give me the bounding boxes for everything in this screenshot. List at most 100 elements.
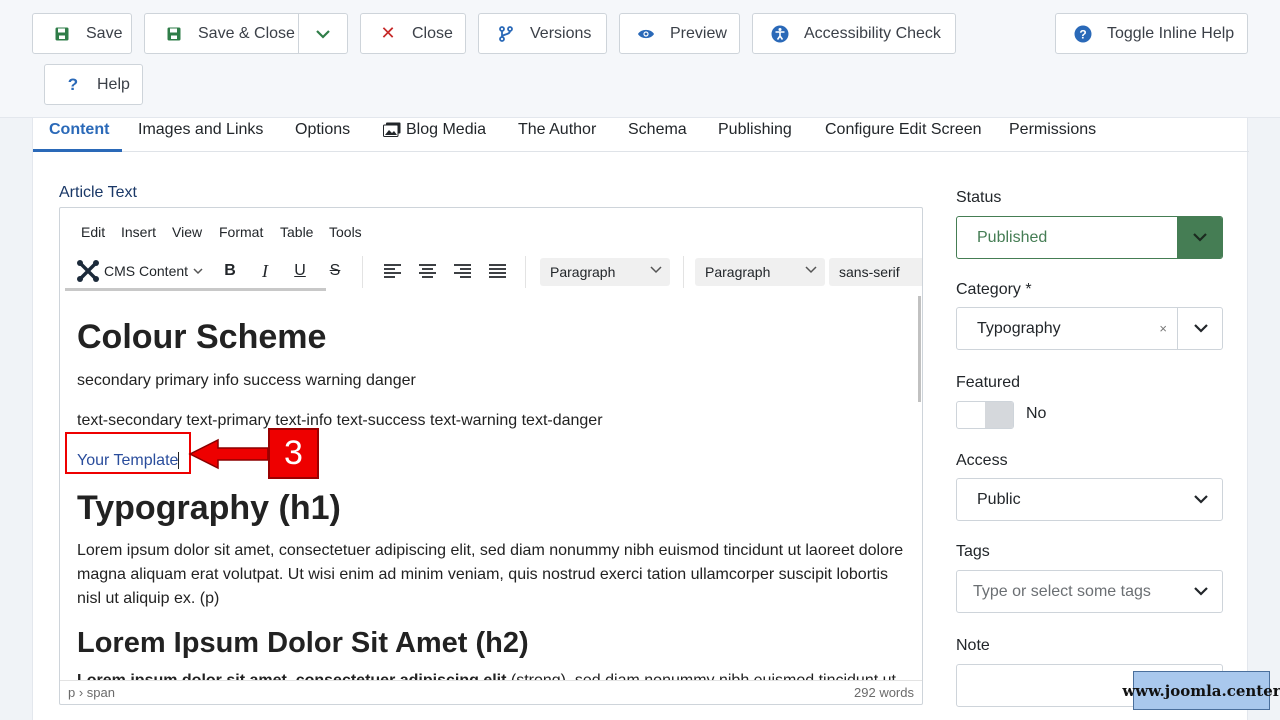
question-icon: ?: [67, 74, 79, 94]
status-value: Published: [977, 228, 1048, 246]
tab-label: Content: [49, 121, 110, 138]
tab-label: Blog Media: [406, 121, 487, 138]
tab-configure-edit-screen[interactable]: Configure Edit Screen: [825, 118, 982, 151]
align-right-button[interactable]: [450, 258, 474, 284]
divider: [1177, 308, 1178, 349]
font-family-value: sans-serif: [839, 264, 900, 280]
save-icon: [52, 27, 72, 41]
tab-label: Publishing: [718, 121, 792, 138]
category-select[interactable]: Typography ×: [956, 307, 1223, 350]
chevron-down-icon: [193, 267, 203, 274]
versions-label: Versions: [530, 24, 592, 42]
strikethrough-button[interactable]: S: [323, 258, 347, 284]
toolbar-scroll-indicator: [65, 288, 326, 291]
tab-the-author[interactable]: The Author: [518, 118, 596, 151]
bold-icon: B: [224, 262, 236, 279]
menu-format[interactable]: Format: [219, 224, 263, 240]
tab-schema[interactable]: Schema: [628, 118, 687, 151]
tab-blog-media[interactable]: Blog Media: [383, 118, 486, 151]
colour-classes-line: secondary primary info success warning d…: [77, 372, 416, 389]
underline-icon: U: [294, 262, 306, 279]
toolbar: Save Save & Close ✕ Close Versions Previ…: [0, 0, 1280, 118]
access-value: Public: [977, 490, 1021, 508]
element-path[interactable]: p › span: [68, 685, 115, 700]
align-left-button[interactable]: [380, 258, 404, 284]
editor-scrollbar[interactable]: [918, 296, 921, 402]
tags-input[interactable]: Type or select some tags: [956, 570, 1223, 613]
menu-table[interactable]: Table: [280, 224, 313, 240]
chevron-down-icon: [1194, 495, 1208, 504]
editor-content-area[interactable]: Colour Scheme secondary primary info suc…: [60, 296, 922, 680]
note-label: Note: [956, 637, 990, 654]
tab-publishing[interactable]: Publishing: [718, 118, 792, 151]
heading-typography: Typography (h1): [77, 489, 341, 527]
italic-button[interactable]: I: [253, 258, 277, 284]
heading-colour-scheme: Colour Scheme: [77, 318, 327, 356]
justify-icon: [488, 264, 506, 278]
preview-button[interactable]: Preview: [619, 13, 740, 54]
word-count: 292 words: [854, 685, 914, 700]
font-family-select[interactable]: sans-serif: [829, 258, 922, 286]
access-select[interactable]: Public: [956, 478, 1223, 521]
featured-toggle[interactable]: [956, 401, 1014, 429]
align-center-icon: [418, 264, 436, 278]
tab-label: Options: [295, 121, 351, 138]
tab-images-links[interactable]: Images and Links: [138, 118, 263, 151]
menu-view[interactable]: View: [172, 224, 202, 240]
menu-insert[interactable]: Insert: [121, 224, 156, 240]
strong-paragraph: Lorem ipsum dolor sit amet, consectetuer…: [77, 669, 907, 680]
chevron-down-icon: [1194, 587, 1208, 596]
toggle-knob: [985, 402, 1013, 428]
align-center-button[interactable]: [415, 258, 439, 284]
help-button[interactable]: ? Help: [44, 64, 143, 105]
block-format-value: Paragraph: [550, 264, 616, 280]
tab-options[interactable]: Options: [295, 118, 350, 151]
tab-permissions[interactable]: Permissions: [1009, 118, 1096, 151]
preview-label: Preview: [670, 24, 727, 42]
save-close-label: Save & Close: [198, 24, 295, 42]
cms-content-dropdown[interactable]: CMS Content: [76, 258, 206, 284]
cms-content-label: CMS Content: [104, 263, 189, 279]
versions-button[interactable]: Versions: [478, 13, 607, 54]
justify-button[interactable]: [485, 258, 509, 284]
paragraph-style-select[interactable]: Paragraph: [695, 258, 825, 286]
chevron-down-icon: [1192, 233, 1207, 242]
chevron-down-icon: [650, 266, 662, 274]
category-label: Category *: [956, 281, 1032, 298]
block-format-select[interactable]: Paragraph: [540, 258, 670, 286]
tab-label: The Author: [518, 121, 597, 138]
save-options-dropdown[interactable]: [299, 14, 347, 53]
editor-menubar: Edit Insert View Format Table Tools: [60, 208, 922, 248]
underline-button[interactable]: U: [288, 258, 312, 284]
callout-number: 3: [268, 428, 319, 479]
menu-tools[interactable]: Tools: [329, 224, 362, 240]
save-label: Save: [86, 24, 123, 42]
accessibility-check-button[interactable]: Accessibility Check: [752, 13, 956, 54]
align-left-icon: [383, 264, 401, 278]
tab-bar: Content Images and Links Options Blog Me…: [33, 118, 1249, 152]
image-icon: [383, 121, 401, 144]
bold-button[interactable]: B: [218, 258, 242, 284]
heading-lorem-ipsum: Lorem Ipsum Dolor Sit Amet (h2): [77, 627, 529, 659]
align-right-icon: [453, 264, 471, 278]
tab-label: Permissions: [1009, 121, 1097, 138]
tab-content[interactable]: Content: [33, 118, 122, 152]
tab-label: Configure Edit Screen: [825, 121, 982, 138]
accessibility-label: Accessibility Check: [804, 24, 941, 42]
tab-label: Images and Links: [138, 121, 264, 138]
status-dropdown-toggle[interactable]: [1177, 217, 1222, 258]
article-text-label: Article Text: [59, 184, 137, 201]
close-button[interactable]: ✕ Close: [360, 13, 466, 54]
tab-label: Schema: [628, 121, 687, 138]
clear-icon[interactable]: ×: [1159, 321, 1167, 336]
status-select[interactable]: Published: [956, 216, 1223, 259]
divider: [525, 256, 526, 288]
toggle-inline-help-button[interactable]: ? Toggle Inline Help: [1055, 13, 1248, 54]
menu-edit[interactable]: Edit: [81, 224, 105, 240]
paragraph-text: (strong), sed diam nonummy nibh euismod …: [506, 672, 896, 680]
eye-icon: [636, 28, 656, 40]
save-button[interactable]: Save: [32, 13, 132, 54]
category-value: Typography: [977, 319, 1061, 337]
text-colour-classes-line: text-secondary text-primary text-info te…: [77, 412, 603, 429]
question-circle-icon: ?: [1073, 25, 1093, 43]
